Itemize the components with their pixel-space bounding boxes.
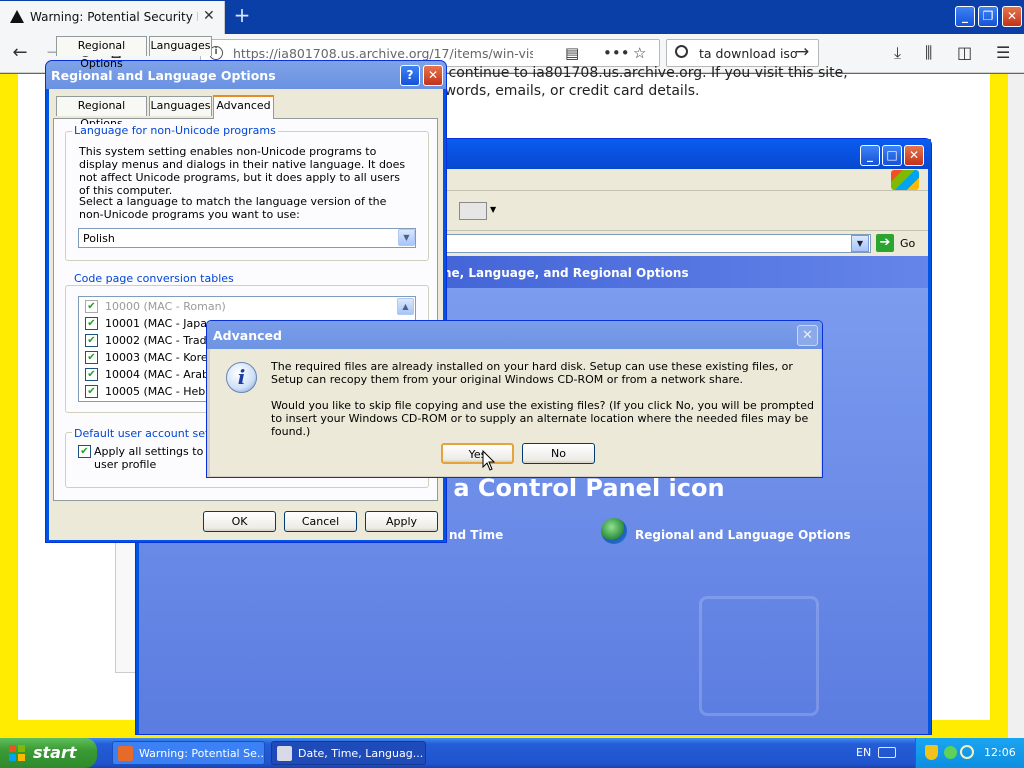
help-button[interactable]: ? <box>400 65 420 86</box>
browser-tab-title: Warning: Potential Security Risk A <box>30 10 198 24</box>
window-close-button[interactable]: ✕ <box>1002 6 1022 27</box>
non-unicode-description: This system setting enables non-Unicode … <box>79 145 406 197</box>
go-label: Go <box>900 237 916 250</box>
network-icon[interactable] <box>944 746 957 759</box>
back-icon[interactable]: ← <box>8 42 32 66</box>
library-icon[interactable]: ⫼ <box>925 43 932 63</box>
search-text: ta download iso <box>699 46 798 61</box>
cp-maximize-button[interactable]: □ <box>882 145 902 166</box>
security-shield-icon[interactable] <box>925 745 938 760</box>
advanced-close-button[interactable]: ✕ <box>797 325 818 346</box>
info-icon: i <box>226 362 257 393</box>
search-go-icon[interactable]: → <box>795 42 809 62</box>
advanced-dialog-body: i The required files are already install… <box>210 349 821 476</box>
page-scrollbar[interactable] <box>1008 74 1024 739</box>
apply-all-checkbox[interactable]: ✔ <box>78 445 91 458</box>
tab-regional-options[interactable]: Regional Options <box>56 36 147 70</box>
views-icon[interactable] <box>459 202 487 220</box>
tab-languages-face[interactable]: Languages <box>149 96 212 116</box>
url-text: https://ia801708.us.archive.org/17/items… <box>233 46 533 61</box>
windows-logo-icon <box>891 170 919 190</box>
advanced-dialog-titlebar[interactable]: Advanced ✕ <box>207 321 822 349</box>
language-select[interactable]: Polish ▼ <box>78 228 416 248</box>
start-button[interactable]: start <box>0 738 97 768</box>
pick-icon-heading: k a Control Panel icon <box>429 474 725 502</box>
menu-icon[interactable]: ☰ <box>996 43 1010 62</box>
warning-line-1: ot continue to ia801708.us.archive.org. … <box>430 65 848 81</box>
cp-minimize-button[interactable]: _ <box>860 145 880 166</box>
chevron-up-icon[interactable]: ▲ <box>397 298 414 315</box>
system-tray: 12:06 <box>915 738 1024 768</box>
page-border-left <box>0 74 18 739</box>
warning-line-2: sswords, emails, or credit card details. <box>430 83 700 99</box>
yes-button[interactable]: Yes <box>441 443 514 464</box>
reader-view-icon[interactable]: ▤ <box>565 44 579 62</box>
cancel-button[interactable]: Cancel <box>284 511 357 532</box>
tab-advanced[interactable]: Advanced <box>213 95 274 119</box>
firefox-icon <box>118 746 133 761</box>
select-language-instruction: Select a language to match the language … <box>79 195 387 221</box>
search-icon <box>675 45 688 58</box>
cp-header-text: me, Language, and Regional Options <box>439 266 689 280</box>
bookmark-star-icon[interactable]: ☆ <box>633 44 646 62</box>
page-actions-icon[interactable]: ••• <box>603 44 630 62</box>
regional-language-item[interactable]: Regional and Language Options <box>635 528 851 542</box>
windows-flag-icon <box>9 745 25 761</box>
advanced-message-1: The required files are already installed… <box>271 360 793 386</box>
date-time-item[interactable]: nd Time <box>449 528 503 542</box>
regional-close-button[interactable]: ✕ <box>423 65 443 86</box>
minimize-button[interactable]: _ <box>955 6 975 27</box>
code-page-group-label: Code page conversion tables <box>72 272 236 285</box>
warning-icon <box>10 10 24 23</box>
non-unicode-group-label: Language for non-Unicode programs <box>72 124 278 137</box>
checkbox-checked-icon[interactable]: ✔ <box>85 368 98 381</box>
control-panel-icon <box>277 746 292 761</box>
browser-tab[interactable]: Warning: Potential Security Risk A ✕ <box>0 1 225 34</box>
address-dropdown-icon[interactable]: ▼ <box>851 235 869 252</box>
search-bar[interactable]: ta download iso → <box>666 39 819 67</box>
apply-button[interactable]: Apply <box>365 511 438 532</box>
checkbox-checked-icon[interactable]: ✔ <box>85 334 98 347</box>
mouse-cursor-icon <box>482 450 496 471</box>
checkbox-checked-icon[interactable]: ✔ <box>85 300 98 313</box>
tab-close-icon[interactable]: ✕ <box>203 8 215 24</box>
advanced-message-2: Would you like to skip file copying and … <box>271 399 814 438</box>
restore-button[interactable]: ❐ <box>978 6 998 27</box>
checkbox-checked-icon[interactable]: ✔ <box>85 351 98 364</box>
taskbar-item-control-panel[interactable]: Date, Time, Languag... <box>271 741 426 765</box>
go-button[interactable]: ➔ Go <box>876 234 931 254</box>
keyboard-icon[interactable] <box>878 747 896 758</box>
taskbar: start Warning: Potential Se... Date, Tim… <box>0 738 1024 768</box>
language-select-value: Polish <box>83 232 115 245</box>
search-tray-icon[interactable] <box>960 745 974 759</box>
downloads-icon[interactable]: ⤓ <box>894 43 901 63</box>
language-indicator[interactable]: EN <box>856 746 871 759</box>
page-border-right <box>990 74 1008 739</box>
taskbar-item-firefox[interactable]: Warning: Potential Se... <box>112 741 265 765</box>
chevron-down-icon[interactable]: ▼ <box>398 229 415 246</box>
taskbar-item-label: Warning: Potential Se... <box>139 747 265 760</box>
tab-regional-options-face[interactable]: Regional Options <box>56 96 147 130</box>
no-button[interactable]: No <box>522 443 595 464</box>
cp-close-button[interactable]: ✕ <box>904 145 924 166</box>
browser-tab-bar: Warning: Potential Security Risk A ✕ + _… <box>0 0 1024 34</box>
tab-join <box>214 117 273 120</box>
clock: 12:06 <box>984 746 1016 759</box>
advanced-message-dialog: Advanced ✕ i The required files are alre… <box>206 320 823 478</box>
tab-languages[interactable]: Languages <box>149 36 212 56</box>
advanced-dialog-title: Advanced <box>213 328 282 343</box>
sidebar-icon[interactable]: ◫ <box>957 43 972 62</box>
checkbox-checked-icon[interactable]: ✔ <box>85 385 98 398</box>
ok-button[interactable]: OK <box>203 511 276 532</box>
new-tab-button[interactable]: + <box>232 3 252 27</box>
warning-text: ot continue to ia801708.us.archive.org. … <box>430 64 848 100</box>
views-dropdown-icon[interactable]: ▼ <box>490 205 496 214</box>
go-arrow-icon: ➔ <box>876 234 894 252</box>
apply-all-label-2: user profile <box>94 458 157 471</box>
taskbar-item-label: Date, Time, Languag... <box>298 747 424 760</box>
checkbox-checked-icon[interactable]: ✔ <box>85 317 98 330</box>
start-label: start <box>33 743 77 762</box>
checkmark-watermark-icon <box>699 596 819 716</box>
globe-icon[interactable] <box>601 518 627 544</box>
